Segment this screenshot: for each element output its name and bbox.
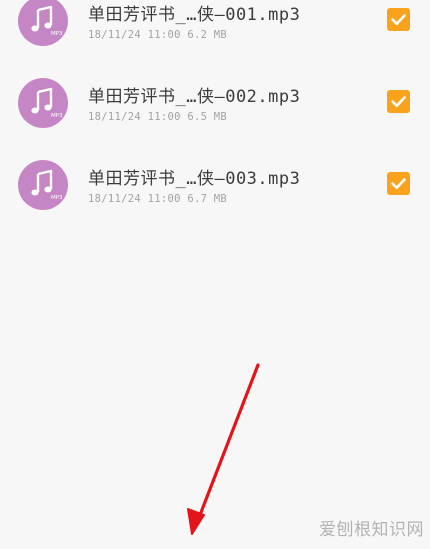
file-row[interactable]: MP3 单田芳评书_…侠—002.mp3 18/11/24 11:00 6.5 … bbox=[0, 60, 430, 142]
file-row[interactable]: MP3 单田芳评书_…侠—003.mp3 18/11/24 11:00 6.7 … bbox=[0, 142, 430, 224]
checkmark-icon bbox=[387, 172, 410, 195]
file-meta: 18/11/24 11:00 6.5 MB bbox=[88, 111, 228, 123]
music-note-icon: MP3 bbox=[18, 0, 68, 46]
music-note-icon: MP3 bbox=[18, 160, 68, 210]
mp3-badge: MP3 bbox=[51, 31, 63, 37]
mp3-file-icon: MP3 bbox=[18, 0, 68, 46]
file-list-screen: MP3 单田芳评书_…侠—001.mp3 18/11/24 11:00 6.2 … bbox=[0, 0, 430, 549]
file-list: MP3 单田芳评书_…侠—001.mp3 18/11/24 11:00 6.2 … bbox=[0, 0, 430, 224]
watermark-text: 爱刨根知识网 bbox=[319, 520, 424, 540]
checkmark-icon bbox=[387, 90, 410, 113]
file-row[interactable]: MP3 单田芳评书_…侠—001.mp3 18/11/24 11:00 6.2 … bbox=[0, 0, 430, 60]
file-name: 单田芳评书_…侠—001.mp3 bbox=[88, 5, 301, 25]
file-checkbox[interactable] bbox=[387, 8, 410, 31]
file-meta: 18/11/24 11:00 6.2 MB bbox=[88, 29, 228, 41]
file-name: 单田芳评书_…侠—003.mp3 bbox=[88, 169, 301, 189]
file-name: 单田芳评书_…侠—002.mp3 bbox=[88, 87, 301, 107]
file-checkbox[interactable] bbox=[387, 90, 410, 113]
mp3-badge: MP3 bbox=[51, 195, 63, 201]
file-checkbox[interactable] bbox=[387, 172, 410, 195]
file-meta: 18/11/24 11:00 6.7 MB bbox=[88, 193, 228, 205]
mp3-file-icon: MP3 bbox=[18, 160, 68, 210]
checkmark-icon bbox=[387, 8, 410, 31]
mp3-file-icon: MP3 bbox=[18, 78, 68, 128]
music-note-icon: MP3 bbox=[18, 78, 68, 128]
mp3-badge: MP3 bbox=[51, 113, 63, 119]
